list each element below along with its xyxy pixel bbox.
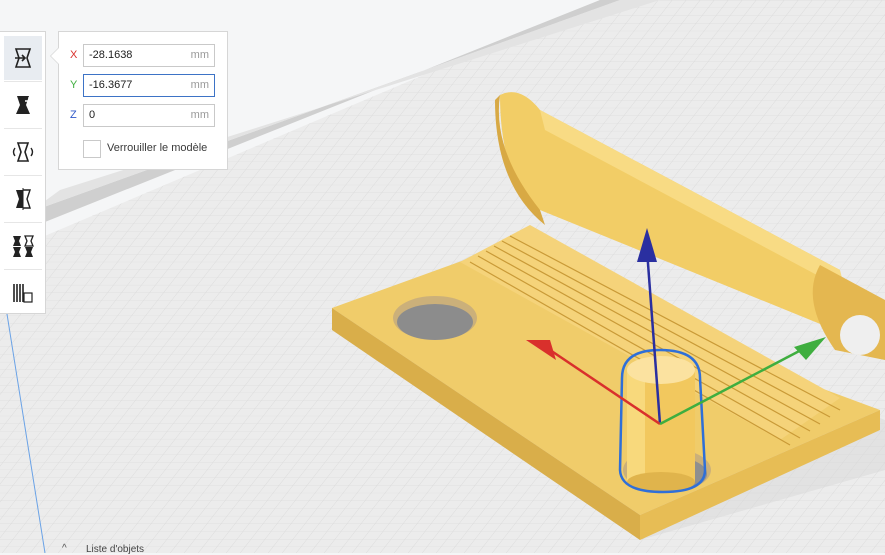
scale-icon [16, 96, 30, 114]
mirror-tool-button[interactable] [4, 177, 42, 221]
y-axis-label: Y [70, 79, 78, 91]
x-unit: mm [190, 49, 209, 61]
chevron-up-icon: ^ [62, 543, 67, 554]
object-list-label: Liste d'objets [86, 544, 145, 555]
scale-tool-button[interactable] [4, 83, 42, 127]
object-list-toggle[interactable]: ^ Liste d'objets [62, 543, 182, 555]
support-blocker-icon [13, 284, 33, 303]
lock-model-checkbox[interactable] [83, 140, 101, 158]
move-icon [14, 48, 32, 68]
rotate-tool-button[interactable] [4, 130, 42, 174]
z-unit: mm [190, 109, 209, 121]
rotate-icon [12, 142, 34, 162]
y-position-value: -16.3677 [89, 79, 133, 91]
mirror-icon [16, 188, 31, 210]
y-unit: mm [190, 79, 209, 91]
per-model-settings-icon [13, 235, 34, 257]
x-position-value: -28.1638 [89, 49, 133, 61]
z-axis-label: Z [70, 109, 77, 121]
move-tool-button[interactable] [4, 36, 42, 80]
x-position-input[interactable]: -28.1638 mm [83, 44, 215, 67]
lock-model-label: Verrouiller le modèle [107, 142, 208, 154]
z-position-value: 0 [89, 109, 96, 121]
x-axis-label: X [70, 49, 78, 61]
z-position-input[interactable]: 0 mm [83, 104, 215, 127]
move-settings-panel: X -28.1638 mm Y -16.3677 mm Z 0 mm Verro… [58, 31, 228, 170]
support-blocker-button[interactable] [4, 271, 42, 315]
per-model-settings-button[interactable] [4, 224, 42, 268]
y-position-input[interactable]: -16.3677 mm [83, 74, 215, 97]
tool-panel [0, 31, 46, 314]
